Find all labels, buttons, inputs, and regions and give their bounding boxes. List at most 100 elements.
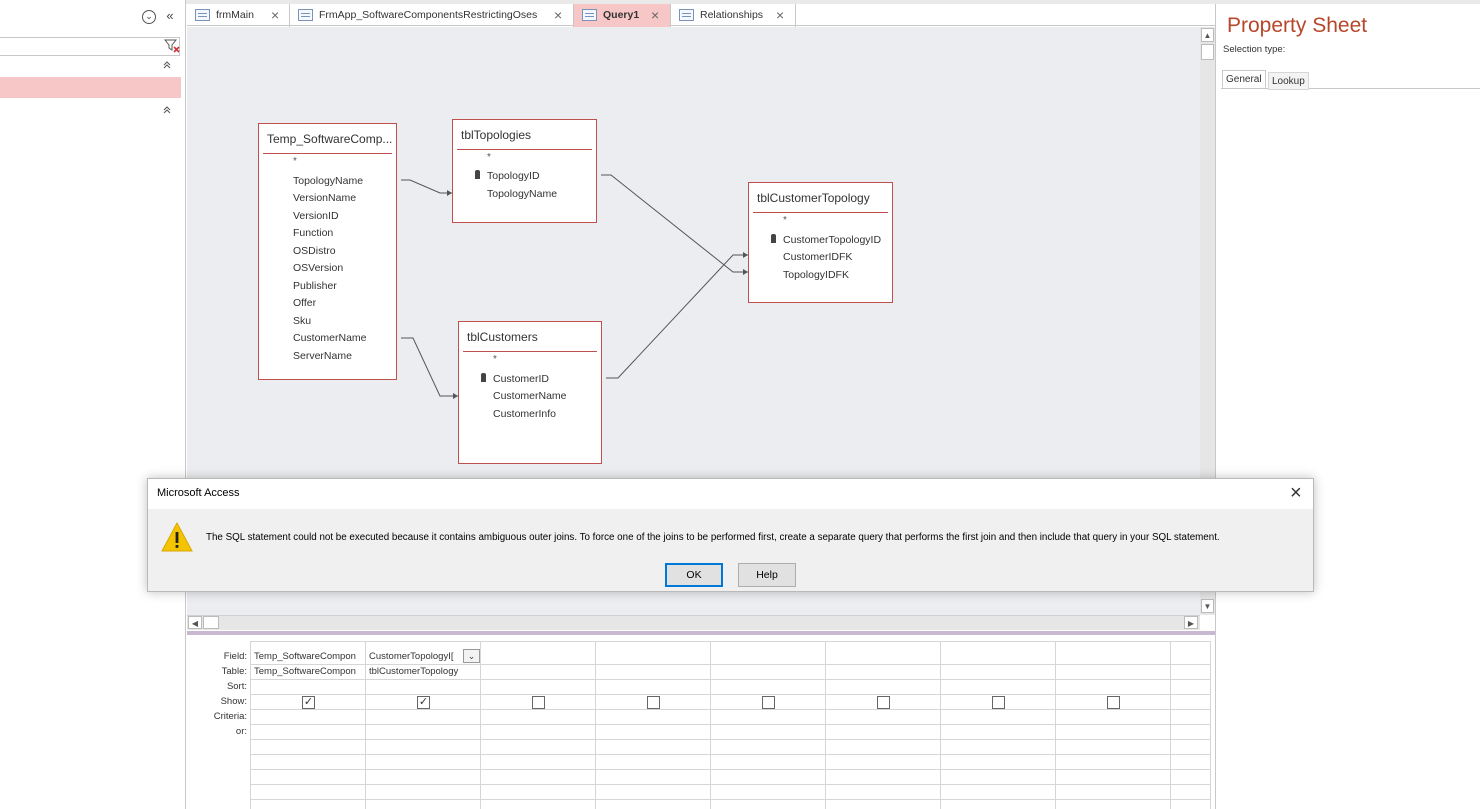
table-title[interactable]: tblCustomers	[463, 322, 597, 352]
table-tbltopologies[interactable]: tblTopologies * TopologyID TopologyName	[452, 119, 597, 223]
close-icon[interactable]: ×	[554, 4, 562, 26]
field-item[interactable]: ServerName	[293, 350, 352, 362]
grid-line	[250, 799, 1210, 800]
close-icon[interactable]: ×	[1290, 482, 1302, 505]
scroll-right-icon[interactable]: ▶	[1184, 616, 1198, 629]
group-collapse-icon[interactable]	[160, 60, 174, 75]
tab-relationships[interactable]: Relationships ×	[671, 4, 796, 27]
close-icon[interactable]: ×	[651, 4, 659, 26]
field-item[interactable]: CustomerIDFK	[783, 251, 852, 263]
form-icon	[298, 9, 313, 21]
show-checkbox-1[interactable]: ✓	[302, 696, 315, 709]
table-title[interactable]: tblCustomerTopology	[753, 183, 888, 213]
grid-line	[250, 769, 1210, 770]
table-tblcustomertopology[interactable]: tblCustomerTopology * CustomerTopologyID…	[748, 182, 893, 303]
show-checkbox-6[interactable]	[877, 696, 890, 709]
tab-label: FrmApp_SoftwareComponentsRestrictingOses	[319, 9, 538, 21]
show-checkbox-2[interactable]: ✓	[417, 696, 430, 709]
field-item[interactable]: TopologyIDFK	[783, 269, 849, 281]
close-icon[interactable]: ×	[776, 4, 784, 26]
close-icon[interactable]: ×	[271, 4, 279, 26]
field-item[interactable]: Publisher	[293, 280, 337, 292]
grid-field-cell[interactable]: CustomerTopologyI[	[369, 651, 463, 662]
tab-label: Query1	[603, 9, 640, 21]
all-fields-star[interactable]: *	[493, 354, 497, 365]
grid-col-line	[940, 641, 941, 809]
field-item[interactable]: Function	[293, 227, 333, 239]
error-dialog: Microsoft Access × The SQL statement cou…	[147, 478, 1314, 592]
filter-clear-icon[interactable]	[163, 37, 181, 55]
row-label-criteria: Criteria:	[213, 711, 247, 722]
grid-line	[250, 724, 1210, 725]
grid-col-line	[710, 641, 711, 809]
field-item[interactable]: CustomerID	[493, 373, 549, 385]
tab-query1[interactable]: Query1 ×	[574, 4, 671, 27]
grid-col-line	[595, 641, 596, 809]
field-item[interactable]: CustomerInfo	[493, 408, 556, 420]
show-checkbox-7[interactable]	[992, 696, 1005, 709]
grid-col-line	[250, 641, 251, 809]
field-dropdown-button[interactable]: ⌄	[463, 649, 480, 663]
field-item[interactable]: CustomerName	[493, 390, 567, 402]
grid-table-cell[interactable]: tblCustomerTopology	[369, 666, 479, 677]
h-scroll-thumb[interactable]	[203, 616, 219, 629]
tab-general[interactable]: General	[1222, 70, 1266, 88]
property-tab-divider	[1221, 88, 1480, 89]
all-fields-star[interactable]: *	[487, 152, 491, 163]
grid-line	[250, 664, 1210, 665]
table-temp-softwarecomponents[interactable]: Temp_SoftwareComp... * TopologyName Vers…	[258, 123, 397, 380]
grid-line	[250, 641, 1210, 642]
grid-field-cell[interactable]: Temp_SoftwareCompon	[254, 651, 364, 662]
field-item[interactable]: VersionName	[293, 192, 356, 204]
document-tab-bar: frmMain × FrmApp_SoftwareComponentsRestr…	[187, 4, 1215, 27]
nav-search-input[interactable]	[0, 37, 180, 56]
tab-frmmain[interactable]: frmMain ×	[187, 4, 290, 27]
navigation-pane	[0, 0, 186, 809]
field-item[interactable]: OSVersion	[293, 262, 343, 274]
help-button[interactable]: Help	[738, 563, 796, 587]
scroll-down-icon[interactable]: ▼	[1201, 599, 1214, 613]
field-item[interactable]: TopologyName	[487, 188, 557, 200]
field-item[interactable]: Sku	[293, 315, 311, 327]
query-icon	[582, 9, 597, 21]
field-item[interactable]: OSDistro	[293, 245, 336, 257]
warning-icon	[160, 521, 194, 553]
horizontal-scrollbar[interactable]	[187, 615, 1200, 630]
grid-col-line	[825, 641, 826, 809]
table-title[interactable]: Temp_SoftwareComp...	[263, 124, 392, 154]
scroll-thumb[interactable]	[1201, 44, 1214, 60]
show-checkbox-3[interactable]	[532, 696, 545, 709]
table-title[interactable]: tblTopologies	[457, 120, 592, 150]
tab-lookup[interactable]: Lookup	[1268, 72, 1309, 90]
primary-key-icon	[475, 170, 480, 179]
grid-line	[250, 754, 1210, 755]
field-item[interactable]: TopologyName	[293, 175, 363, 187]
grid-line	[250, 694, 1210, 695]
field-item[interactable]: CustomerTopologyID	[783, 234, 881, 246]
grid-col-line	[1210, 641, 1211, 809]
grid-table-cell[interactable]: Temp_SoftwareCompon	[254, 666, 364, 677]
show-checkbox-5[interactable]	[762, 696, 775, 709]
tab-frmapp[interactable]: FrmApp_SoftwareComponentsRestrictingOses…	[290, 4, 574, 27]
dialog-title: Microsoft Access	[157, 487, 240, 499]
nav-dropdown-icon[interactable]: ⌄	[142, 10, 156, 24]
field-item[interactable]: TopologyID	[487, 170, 540, 182]
field-item[interactable]: Offer	[293, 297, 316, 309]
scroll-left-icon[interactable]: ◀	[188, 616, 202, 629]
grid-line	[250, 709, 1210, 710]
show-checkbox-8[interactable]	[1107, 696, 1120, 709]
primary-key-icon	[771, 234, 776, 243]
tab-label: frmMain	[216, 9, 254, 21]
show-checkbox-4[interactable]	[647, 696, 660, 709]
grid-col-line	[480, 641, 481, 809]
group-collapse-icon-2[interactable]	[160, 104, 174, 118]
all-fields-star[interactable]: *	[783, 215, 787, 226]
nav-collapse-button[interactable]: «	[163, 9, 177, 23]
nav-selected-item[interactable]	[0, 77, 181, 98]
field-item[interactable]: CustomerName	[293, 332, 367, 344]
scroll-up-icon[interactable]: ▲	[1201, 28, 1214, 42]
field-item[interactable]: VersionID	[293, 210, 339, 222]
table-tblcustomers[interactable]: tblCustomers * CustomerID CustomerName C…	[458, 321, 602, 464]
all-fields-star[interactable]: *	[293, 156, 297, 167]
ok-button[interactable]: OK	[665, 563, 723, 587]
